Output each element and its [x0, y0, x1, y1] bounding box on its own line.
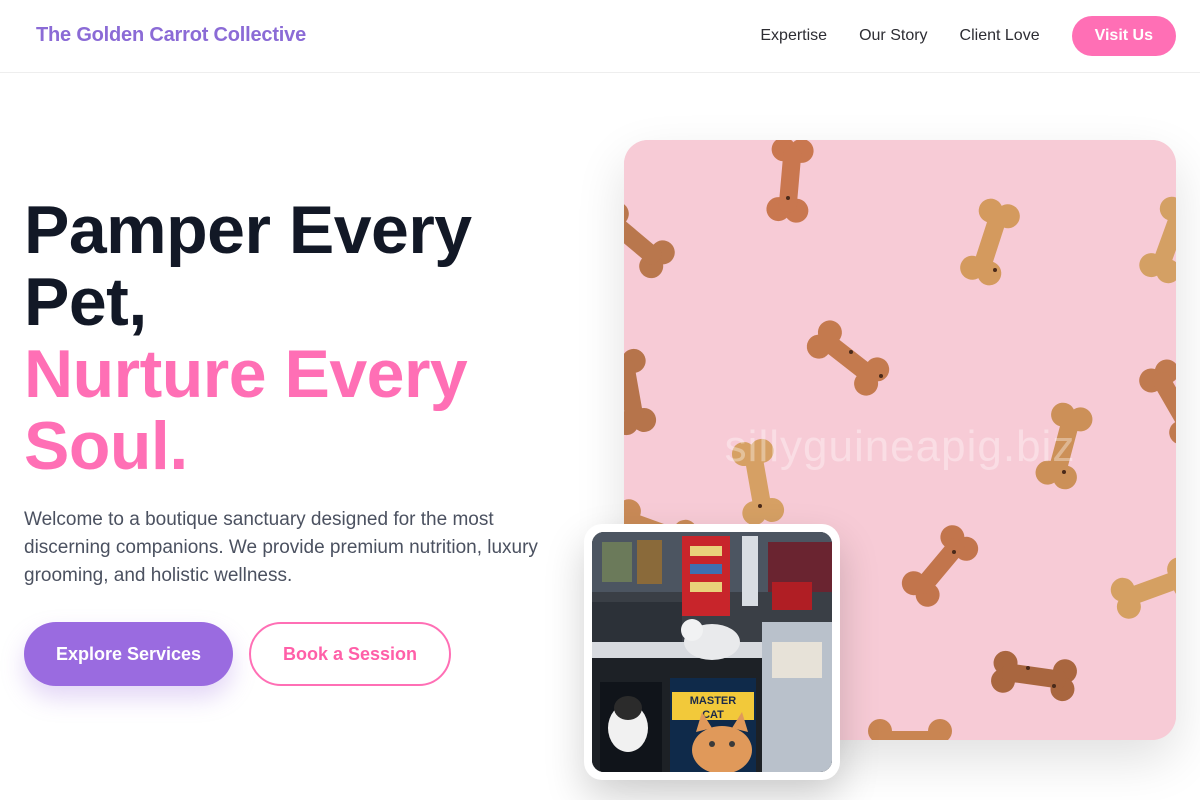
- main-nav: Expertise Our Story Client Love Visit Us: [760, 16, 1176, 56]
- inset-image-card: MASTER CAT: [584, 524, 840, 780]
- hero-title-accent-line-1: Nurture Every: [24, 336, 468, 412]
- explore-services-button[interactable]: Explore Services: [24, 622, 233, 686]
- shop-cats-image: MASTER CAT: [592, 532, 832, 772]
- nav-link-expertise[interactable]: Expertise: [760, 16, 827, 56]
- visit-us-button[interactable]: Visit Us: [1071, 16, 1176, 56]
- nav-link-our-story[interactable]: Our Story: [859, 16, 927, 56]
- shop-scene-illustration: MASTER CAT: [592, 532, 832, 772]
- brand-logo[interactable]: The Golden Carrot Collective: [36, 24, 306, 47]
- hero-title-line-1: Pamper Every: [24, 192, 472, 268]
- nav-link-client-love[interactable]: Client Love: [960, 16, 1040, 56]
- book-session-button[interactable]: Book a Session: [249, 622, 451, 686]
- sign-text-master: MASTER: [690, 695, 737, 707]
- hero-title-line-2: Pet,: [24, 264, 147, 340]
- hero-title-accent-line-2: Soul.: [24, 408, 188, 484]
- hero-description: Welcome to a boutique sanctuary designed…: [24, 509, 538, 586]
- image-watermark: sillyguineapig.biz: [724, 422, 1076, 471]
- hero-title: Pamper Every Pet, Nurture Every Soul.: [24, 194, 564, 482]
- site-header: The Golden Carrot Collective Expertise O…: [0, 0, 1200, 73]
